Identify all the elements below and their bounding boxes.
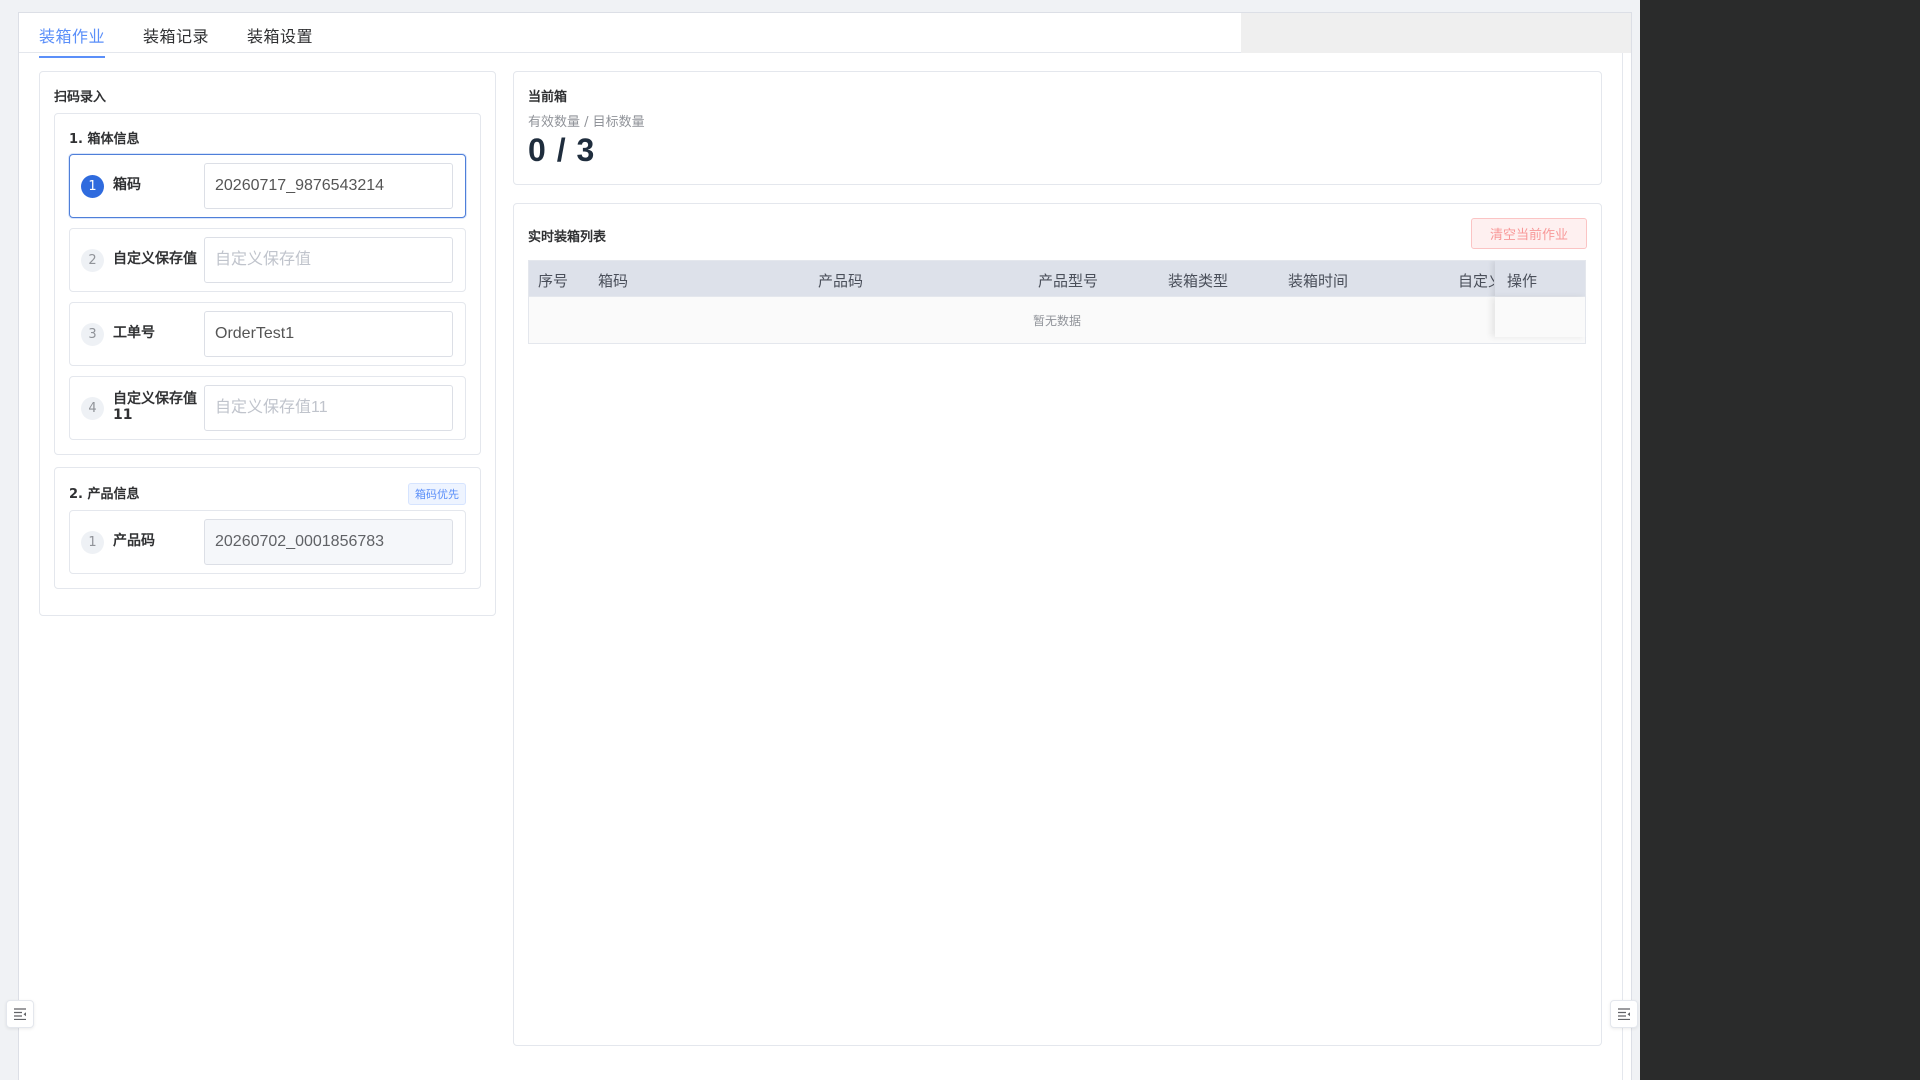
field-label: 自定义保存值 xyxy=(113,251,197,267)
box-code-priority-badge: 箱码优先 xyxy=(408,483,466,505)
field-row-box-code: 1 箱码 xyxy=(69,154,466,218)
current-box-count: 0 / 3 xyxy=(528,132,596,168)
tab-packing-records[interactable]: 装箱记录 xyxy=(143,23,209,56)
menu-collapse-icon xyxy=(1617,1005,1631,1024)
product-info-section: 2. 产品信息 箱码优先 1 产品码 xyxy=(54,467,481,589)
field-label: 箱码 xyxy=(113,177,141,193)
tabs-empty-area xyxy=(1241,13,1631,53)
box-info-section: 1. 箱体信息 1 箱码 2 自定义保存值 3 工单号 4 xyxy=(54,113,481,455)
column-header[interactable]: 产品型号 xyxy=(1038,270,1098,291)
fixed-column-shadow xyxy=(1495,297,1587,337)
left-menu-collapse-button[interactable] xyxy=(6,1000,34,1028)
step-number: 4 xyxy=(81,397,104,420)
app-window: 装箱作业 装箱记录 装箱设置 扫码录入 1. 箱体信息 1 箱码 2 自定义保存… xyxy=(18,12,1632,1080)
column-header[interactable]: 序号 xyxy=(538,270,568,291)
box-info-title: 1. 箱体信息 xyxy=(69,132,140,147)
clear-current-job-button[interactable]: 清空当前作业 xyxy=(1471,218,1587,249)
product-code-input[interactable] xyxy=(204,519,453,565)
tab-packing-settings[interactable]: 装箱设置 xyxy=(247,23,313,56)
table-header: 序号 箱码 产品码 产品型号 装箱类型 装箱时间 自定义 操作 xyxy=(528,260,1586,297)
current-box-subtitle: 有效数量 / 目标数量 xyxy=(528,115,645,130)
current-box-card: 当前箱 有效数量 / 目标数量 0 / 3 xyxy=(513,71,1602,185)
realtime-list-card: 实时装箱列表 清空当前作业 序号 箱码 产品码 产品型号 装箱类型 装箱时间 自… xyxy=(513,203,1602,1046)
column-header[interactable]: 装箱类型 xyxy=(1168,270,1228,291)
field-row-work-order: 3 工单号 xyxy=(69,302,466,366)
column-header[interactable]: 装箱时间 xyxy=(1288,270,1348,291)
realtime-list-title: 实时装箱列表 xyxy=(528,230,607,245)
column-header[interactable]: 操作 xyxy=(1507,270,1537,291)
field-label: 自定义保存值11 xyxy=(113,391,197,423)
column-header[interactable]: 箱码 xyxy=(598,270,628,291)
step-number: 1 xyxy=(81,175,104,198)
field-label: 产品码 xyxy=(113,533,155,549)
product-info-title: 2. 产品信息 xyxy=(69,487,140,502)
scan-input-card: 扫码录入 1. 箱体信息 1 箱码 2 自定义保存值 3 工单号 xyxy=(39,71,496,616)
main-content: 扫码录入 1. 箱体信息 1 箱码 2 自定义保存值 3 工单号 xyxy=(19,53,1623,1080)
custom-value-input[interactable] xyxy=(204,237,453,283)
column-header[interactable]: 自定义 xyxy=(1458,270,1494,291)
box-code-input[interactable] xyxy=(204,163,453,209)
dark-side-area xyxy=(1640,0,1920,1080)
step-number: 3 xyxy=(81,323,104,346)
step-number: 2 xyxy=(81,249,104,272)
table-body: 暂无数据 xyxy=(528,297,1586,344)
work-order-input[interactable] xyxy=(204,311,453,357)
field-row-custom-value-11: 4 自定义保存值11 xyxy=(69,376,466,440)
scan-input-title: 扫码录入 xyxy=(54,90,107,105)
field-row-product-code: 1 产品码 xyxy=(69,510,466,574)
right-menu-collapse-button[interactable] xyxy=(1610,1000,1638,1028)
current-box-title: 当前箱 xyxy=(528,90,568,105)
column-header[interactable]: 产品码 xyxy=(818,270,863,291)
field-label: 工单号 xyxy=(113,325,155,341)
custom-value-11-input[interactable] xyxy=(204,385,453,431)
field-row-custom-value: 2 自定义保存值 xyxy=(69,228,466,292)
step-number: 1 xyxy=(81,531,104,554)
fixed-column-header: 操作 xyxy=(1495,261,1585,296)
menu-collapse-icon xyxy=(13,1005,27,1024)
empty-text: 暂无数据 xyxy=(1032,314,1081,328)
tabs-bar: 装箱作业 装箱记录 装箱设置 xyxy=(19,13,1631,58)
